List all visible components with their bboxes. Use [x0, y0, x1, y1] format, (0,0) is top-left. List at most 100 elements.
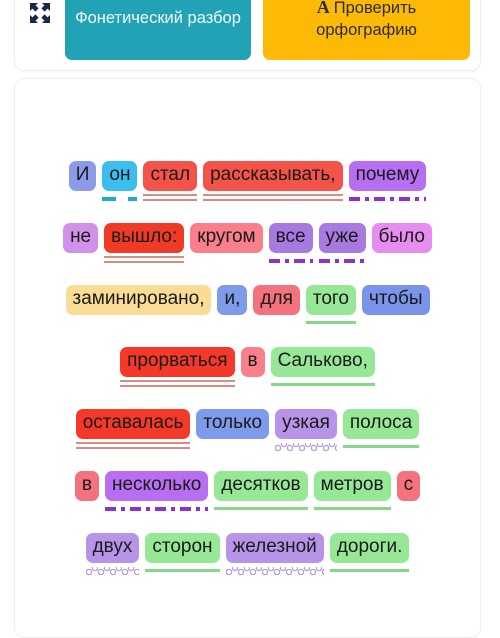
word-token[interactable]: несколько	[104, 471, 209, 514]
sentence-line: заминировано, и, для того чтобы	[25, 285, 470, 327]
grammar-underline-single-green	[313, 504, 391, 513]
letter-a-icon: A	[316, 0, 330, 18]
grammar-underline-wave-purple	[85, 566, 140, 576]
word-token[interactable]: для	[253, 285, 300, 327]
word-token[interactable]: с	[396, 471, 421, 513]
grammar-underline-single-green	[270, 380, 375, 389]
word-token[interactable]: железной	[225, 533, 324, 576]
word-chip[interactable]: метров	[313, 471, 391, 502]
sentence-line: двух сторон железной дороги.	[25, 533, 470, 576]
grammar-underline-single-green	[145, 566, 220, 575]
word-chip[interactable]: сторон	[145, 533, 220, 564]
word-token[interactable]: кругом	[190, 223, 263, 265]
word-chip[interactable]: того	[305, 285, 356, 316]
word-chip[interactable]: Сальково,	[270, 347, 375, 378]
word-token[interactable]: И	[68, 161, 97, 203]
word-token[interactable]: двух	[85, 533, 140, 576]
word-token[interactable]: чтобы	[362, 285, 430, 327]
word-token[interactable]: заминировано,	[65, 285, 212, 327]
word-token[interactable]: дороги.	[329, 533, 410, 575]
word-token[interactable]: десятков	[214, 471, 308, 513]
spell-check-label: Проверить орфографию	[316, 0, 417, 39]
grammar-underline-single-green	[342, 442, 420, 451]
word-chip[interactable]: полоса	[342, 409, 420, 440]
sentence-line: в несколько десятков метров с	[25, 471, 470, 514]
grammar-underline-single-green	[214, 504, 308, 513]
word-chip[interactable]: десятков	[214, 471, 308, 502]
grammar-underline-double-red	[75, 442, 191, 451]
word-token[interactable]: в	[74, 471, 99, 513]
phonetic-analysis-button[interactable]: Фонетический разбор	[65, 0, 251, 60]
word-chip[interactable]: с	[396, 471, 421, 502]
word-chip[interactable]: не	[63, 223, 99, 254]
spell-check-label-wrap: A Проверить орфографию	[269, 0, 464, 42]
word-chip[interactable]: уже	[318, 223, 366, 254]
grammar-underline-double-red	[120, 380, 235, 389]
word-chip[interactable]: для	[253, 285, 300, 316]
word-token[interactable]: стал	[143, 161, 198, 203]
grammar-underline-double-red	[104, 256, 185, 265]
grammar-underline-dashdot-purple	[348, 194, 427, 204]
grammar-underline-dashdot-purple	[268, 256, 313, 266]
word-token[interactable]: все	[268, 223, 313, 266]
grammar-underline-wave-purple	[275, 442, 337, 452]
word-chip[interactable]: чтобы	[362, 285, 430, 316]
grammar-underline-single-green	[305, 318, 356, 327]
word-chip[interactable]: рассказывать,	[203, 161, 343, 192]
word-chip[interactable]: И	[68, 161, 97, 192]
word-token[interactable]: Сальково,	[270, 347, 375, 389]
grammar-underline-dashdot-purple	[318, 256, 366, 266]
sentence-line: Ион стал рассказывать, почему	[25, 161, 470, 204]
word-chip[interactable]: только	[196, 409, 270, 440]
word-chip[interactable]: узкая	[275, 409, 337, 440]
sentence-line: не вышло: кругом все уже было	[25, 223, 470, 266]
word-chip[interactable]: кругом	[190, 223, 263, 254]
sentence-line: прорваться в Сальково,	[25, 347, 470, 389]
word-token[interactable]: прорваться	[120, 347, 235, 389]
spell-check-button[interactable]: A Проверить орфографию	[263, 0, 470, 60]
word-chip[interactable]: в	[74, 471, 99, 502]
word-token[interactable]: и,	[217, 285, 248, 327]
word-token[interactable]: не	[63, 223, 99, 265]
word-chip[interactable]: прорваться	[120, 347, 235, 378]
word-token[interactable]: вышло:	[104, 223, 185, 265]
word-chip[interactable]: почему	[348, 161, 427, 192]
word-token[interactable]: только	[196, 409, 270, 451]
word-chip[interactable]: в	[240, 347, 265, 378]
word-chip[interactable]: и,	[217, 285, 248, 316]
word-chip[interactable]: стал	[143, 161, 198, 192]
grammar-underline-single-green	[329, 566, 410, 575]
word-token[interactable]: того	[305, 285, 356, 327]
word-token[interactable]: уже	[318, 223, 366, 266]
grammar-underline-dashdot-purple	[104, 504, 209, 514]
word-chip[interactable]: двух	[85, 533, 140, 564]
word-token[interactable]: оставалась	[75, 409, 191, 451]
word-token[interactable]: в	[240, 347, 265, 389]
word-chip[interactable]: оставалась	[75, 409, 191, 440]
grammar-underline-double-red	[143, 194, 198, 203]
word-chip[interactable]: вышло:	[104, 223, 185, 254]
word-chip[interactable]: железной	[225, 533, 324, 564]
grammar-underline-wave-purple	[225, 566, 324, 576]
word-token[interactable]: он	[102, 161, 138, 204]
word-token[interactable]: полоса	[342, 409, 420, 451]
word-token[interactable]: почему	[348, 161, 427, 204]
word-token[interactable]: было	[371, 223, 432, 265]
toolbar-row: Фонетический разбор A Проверить орфографи…	[15, 0, 480, 70]
phonetic-analysis-label: Фонетический разбор	[75, 9, 241, 28]
word-token[interactable]: метров	[313, 471, 391, 513]
sentence-parse-card: Ион стал рассказывать, почему не вышло: кругом…	[14, 78, 481, 638]
word-token[interactable]: сторон	[145, 533, 220, 575]
word-token[interactable]: узкая	[275, 409, 337, 452]
word-chip[interactable]: несколько	[104, 471, 209, 502]
grammar-underline-dash-cyan	[102, 194, 138, 204]
word-chip[interactable]: заминировано,	[65, 285, 212, 316]
expand-arrows-icon[interactable]	[25, 0, 55, 28]
word-chip[interactable]: все	[268, 223, 313, 254]
word-token[interactable]: рассказывать,	[203, 161, 343, 203]
word-chip[interactable]: дороги.	[329, 533, 410, 564]
sentence-parse-body: Ион стал рассказывать, почему не вышло: кругом…	[15, 161, 480, 595]
word-chip[interactable]: он	[102, 161, 138, 192]
word-chip[interactable]: было	[371, 223, 432, 254]
toolbar-card: Фонетический разбор A Проверить орфографи…	[14, 0, 481, 71]
